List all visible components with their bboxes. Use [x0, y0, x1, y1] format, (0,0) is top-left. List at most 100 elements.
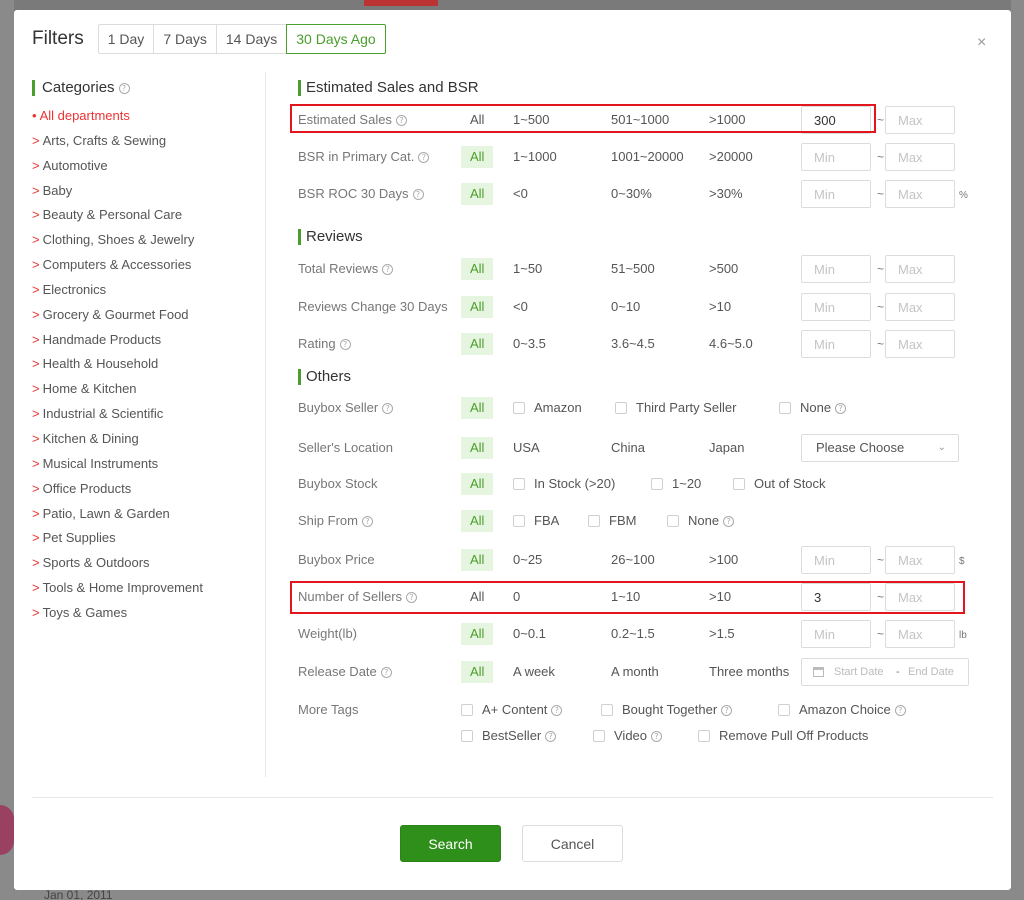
help-icon[interactable]: ?: [835, 403, 847, 415]
checkbox-box[interactable]: [601, 703, 613, 716]
checkbox-third-party[interactable]: Third Party Seller: [615, 394, 736, 422]
cancel-button[interactable]: Cancel: [522, 825, 623, 862]
help-icon[interactable]: ?: [723, 516, 735, 528]
checkbox-box[interactable]: [615, 401, 627, 414]
max-input[interactable]: [885, 180, 955, 208]
category-item[interactable]: > Tools & Home Improvement: [32, 576, 262, 601]
checkbox-amazon-choice[interactable]: Amazon Choice?: [778, 696, 906, 724]
checkbox-amazon[interactable]: Amazon: [513, 394, 582, 422]
max-input[interactable]: [885, 255, 955, 283]
option-all[interactable]: All: [461, 473, 494, 495]
option-range[interactable]: 0~30%: [611, 180, 652, 208]
option-range[interactable]: 26~100: [611, 546, 655, 574]
option-range[interactable]: 4.6~5.0: [709, 330, 753, 358]
min-input[interactable]: [801, 330, 871, 358]
option-china[interactable]: China: [611, 434, 645, 462]
location-select[interactable]: Please Choose ⌄: [801, 434, 959, 462]
help-icon[interactable]: ?: [412, 189, 424, 201]
min-input[interactable]: [801, 255, 871, 283]
checkbox-none[interactable]: None?: [779, 394, 847, 422]
min-input[interactable]: [801, 180, 871, 208]
option-all[interactable]: All: [461, 397, 494, 419]
help-icon[interactable]: ?: [118, 82, 130, 94]
option-range[interactable]: 1001~20000: [611, 143, 684, 171]
option-range[interactable]: A week: [513, 658, 555, 686]
option-all[interactable]: All: [461, 146, 494, 168]
max-input[interactable]: [885, 620, 955, 648]
option-range[interactable]: >1.5: [709, 620, 735, 648]
checkbox-bestseller[interactable]: BestSeller?: [461, 722, 557, 750]
help-icon[interactable]: ?: [361, 516, 373, 528]
checkbox-box[interactable]: [698, 729, 710, 742]
checkbox-out-of-stock[interactable]: Out of Stock: [733, 470, 826, 498]
category-item[interactable]: > Office Products: [32, 477, 262, 502]
max-input[interactable]: [885, 143, 955, 171]
option-all[interactable]: All: [461, 437, 494, 459]
option-range[interactable]: >100: [709, 546, 738, 574]
help-icon[interactable]: ?: [339, 339, 351, 351]
end-date[interactable]: End Date: [908, 659, 954, 685]
max-input[interactable]: [885, 546, 955, 574]
checkbox-fba[interactable]: FBA: [513, 507, 559, 535]
category-item[interactable]: > Handmade Products: [32, 328, 262, 353]
option-all[interactable]: All: [461, 510, 494, 532]
help-icon[interactable]: ?: [721, 705, 733, 717]
category-item[interactable]: > Industrial & Scientific: [32, 402, 262, 427]
option-range[interactable]: 51~500: [611, 255, 655, 283]
option-japan[interactable]: Japan: [709, 434, 744, 462]
checkbox-box[interactable]: [733, 477, 745, 490]
checkbox-box[interactable]: [779, 401, 791, 414]
option-range[interactable]: 1~50: [513, 255, 542, 283]
category-item[interactable]: > Electronics: [32, 278, 262, 303]
category-item[interactable]: • All departments: [32, 104, 262, 129]
option-all[interactable]: All: [461, 661, 494, 683]
option-range[interactable]: 1~1000: [513, 143, 557, 171]
category-item[interactable]: > Home & Kitchen: [32, 377, 262, 402]
help-icon[interactable]: ?: [894, 705, 906, 717]
checkbox-box[interactable]: [778, 703, 790, 716]
option-range[interactable]: 0~0.1: [513, 620, 546, 648]
option-range[interactable]: >10: [709, 293, 731, 321]
option-range[interactable]: 0~25: [513, 546, 542, 574]
option-all[interactable]: All: [461, 549, 494, 571]
help-icon[interactable]: ?: [382, 264, 394, 276]
checkbox-box[interactable]: [513, 477, 525, 490]
min-input[interactable]: [801, 620, 871, 648]
checkbox-box[interactable]: [588, 514, 600, 527]
date-range-picker[interactable]: Start Date - End Date: [801, 658, 969, 686]
max-input[interactable]: [885, 293, 955, 321]
checkbox-box[interactable]: [593, 729, 605, 742]
min-input[interactable]: [801, 546, 871, 574]
option-range[interactable]: 3.6~4.5: [611, 330, 655, 358]
category-item[interactable]: > Musical Instruments: [32, 452, 262, 477]
option-all[interactable]: All: [461, 183, 494, 205]
min-input[interactable]: [801, 143, 871, 171]
option-range[interactable]: Three months: [709, 658, 789, 686]
checkbox-fbm[interactable]: FBM: [588, 507, 636, 535]
range-1-day[interactable]: 1 Day: [97, 24, 155, 54]
category-item[interactable]: > Health & Household: [32, 352, 262, 377]
checkbox-low-stock[interactable]: 1~20: [651, 470, 701, 498]
checkbox-in-stock[interactable]: In Stock (>20): [513, 470, 615, 498]
option-range[interactable]: 0~10: [611, 293, 640, 321]
checkbox-box[interactable]: [513, 401, 525, 414]
checkbox-a-plus-content[interactable]: A+ Content?: [461, 696, 563, 724]
option-all[interactable]: All: [461, 296, 494, 318]
option-range[interactable]: <0: [513, 180, 528, 208]
option-all[interactable]: All: [461, 333, 494, 355]
option-range[interactable]: >20000: [709, 143, 753, 171]
help-icon[interactable]: ?: [418, 152, 430, 164]
option-all[interactable]: All: [461, 258, 494, 280]
range-30-days[interactable]: 30 Days Ago: [286, 24, 386, 54]
checkbox-bought-together[interactable]: Bought Together?: [601, 696, 733, 724]
checkbox-none[interactable]: None?: [667, 507, 735, 535]
checkbox-box[interactable]: [513, 514, 525, 527]
option-usa[interactable]: USA: [513, 434, 540, 462]
option-range[interactable]: A month: [611, 658, 659, 686]
close-icon[interactable]: ×: [977, 34, 986, 52]
category-item[interactable]: > Arts, Crafts & Sewing: [32, 129, 262, 154]
category-item[interactable]: > Sports & Outdoors: [32, 551, 262, 576]
category-item[interactable]: > Computers & Accessories: [32, 253, 262, 278]
option-range[interactable]: 0.2~1.5: [611, 620, 655, 648]
option-range[interactable]: 0~3.5: [513, 330, 546, 358]
